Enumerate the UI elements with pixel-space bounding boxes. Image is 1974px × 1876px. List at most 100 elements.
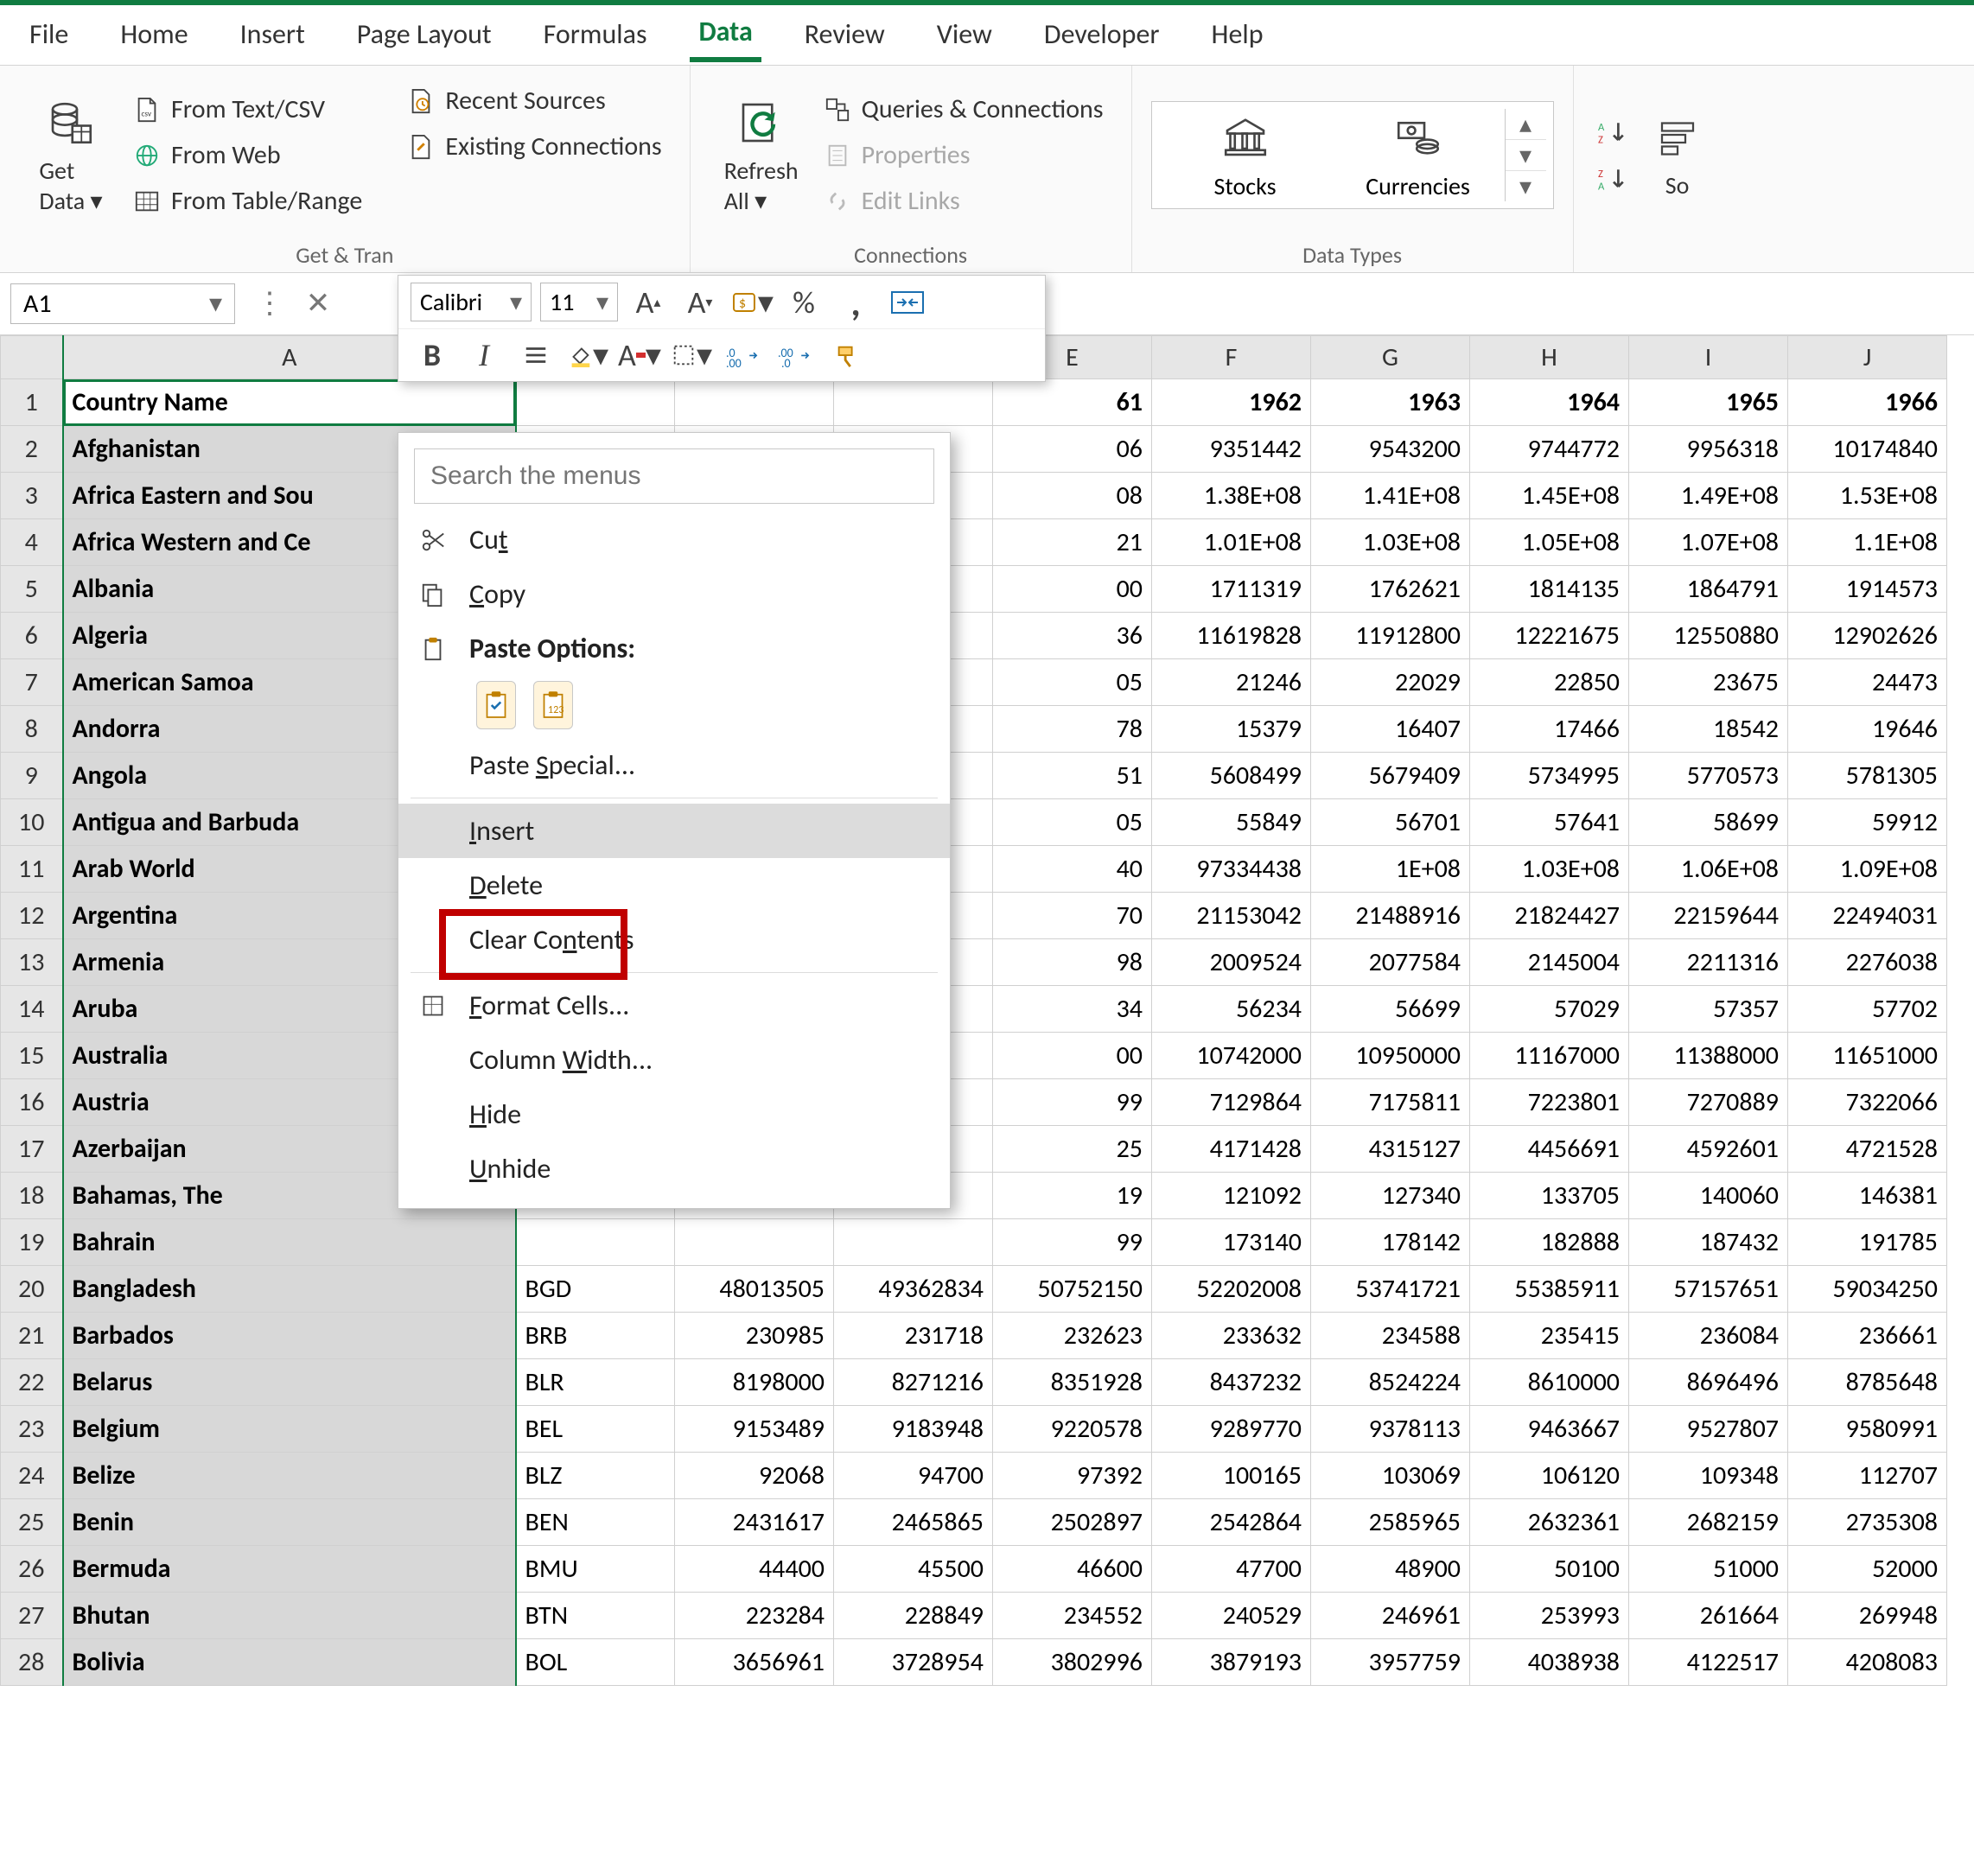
cell[interactable] xyxy=(675,379,834,426)
cell[interactable]: 70 xyxy=(993,893,1152,939)
menu-column-width[interactable]: Column Width... xyxy=(398,1033,950,1087)
cell[interactable]: 1.53E+08 xyxy=(1788,473,1947,519)
menu-search[interactable] xyxy=(414,448,934,504)
fb-history-icon[interactable]: ⋮ xyxy=(245,280,294,328)
cell[interactable]: 7175811 xyxy=(1311,1079,1470,1126)
cell[interactable]: 235415 xyxy=(1470,1313,1629,1359)
percent-icon[interactable]: % xyxy=(782,283,825,321)
cell[interactable]: 10174840 xyxy=(1788,426,1947,473)
existing-connections-button[interactable]: Existing Connections xyxy=(397,125,670,168)
select-all-corner[interactable] xyxy=(1,336,63,379)
cell[interactable]: 133705 xyxy=(1470,1173,1629,1219)
cell[interactable]: 5679409 xyxy=(1311,753,1470,799)
cell[interactable]: 1.07E+08 xyxy=(1629,519,1788,566)
cell[interactable]: 58699 xyxy=(1629,799,1788,846)
row-header[interactable]: 22 xyxy=(1,1359,63,1406)
cell[interactable]: 56701 xyxy=(1311,799,1470,846)
cell[interactable] xyxy=(516,379,675,426)
cell[interactable]: 103069 xyxy=(1311,1453,1470,1499)
cell[interactable]: Bangladesh xyxy=(63,1266,516,1313)
cell[interactable]: 21824427 xyxy=(1470,893,1629,939)
cell[interactable] xyxy=(834,1219,993,1266)
cell[interactable]: 50752150 xyxy=(993,1266,1152,1313)
cell[interactable]: 246961 xyxy=(1311,1593,1470,1639)
cell[interactable]: 3879193 xyxy=(1152,1639,1311,1686)
cell[interactable]: 1.38E+08 xyxy=(1152,473,1311,519)
cell[interactable]: 146381 xyxy=(1788,1173,1947,1219)
cell[interactable]: BOL xyxy=(516,1639,675,1686)
row-header[interactable]: 26 xyxy=(1,1546,63,1593)
cell[interactable]: 7223801 xyxy=(1470,1079,1629,1126)
cell[interactable]: 182888 xyxy=(1470,1219,1629,1266)
cell[interactable]: 4171428 xyxy=(1152,1126,1311,1173)
cell[interactable]: BEL xyxy=(516,1406,675,1453)
col-header-G[interactable]: G xyxy=(1311,336,1470,379)
cell[interactable]: 00 xyxy=(993,1033,1152,1079)
from-text-csv-button[interactable]: csv From Text/CSV xyxy=(123,88,371,130)
cell[interactable]: 4721528 xyxy=(1788,1126,1947,1173)
row-header[interactable]: 10 xyxy=(1,799,63,846)
cell[interactable]: 51 xyxy=(993,753,1152,799)
row-header[interactable]: 8 xyxy=(1,706,63,753)
cell[interactable]: 2077584 xyxy=(1311,939,1470,986)
cell[interactable]: 236084 xyxy=(1629,1313,1788,1359)
cell[interactable]: 22850 xyxy=(1470,659,1629,706)
row-header[interactable]: 19 xyxy=(1,1219,63,1266)
cell[interactable]: Bolivia xyxy=(63,1639,516,1686)
cell[interactable]: 52202008 xyxy=(1152,1266,1311,1313)
cell[interactable]: 78 xyxy=(993,706,1152,753)
spreadsheet-grid[interactable]: A B C D E F G H I J 1Country Name6119621… xyxy=(0,335,1974,1686)
cell[interactable]: 2502897 xyxy=(993,1499,1152,1546)
cell[interactable]: 240529 xyxy=(1152,1593,1311,1639)
tab-home[interactable]: Home xyxy=(111,10,196,60)
cell[interactable]: Benin xyxy=(63,1499,516,1546)
format-painter-icon[interactable] xyxy=(825,336,869,374)
cell[interactable]: 1.45E+08 xyxy=(1470,473,1629,519)
cell[interactable]: 5608499 xyxy=(1152,753,1311,799)
cell[interactable]: 8696496 xyxy=(1629,1359,1788,1406)
menu-insert[interactable]: Insert xyxy=(398,804,950,858)
cell[interactable]: 48900 xyxy=(1311,1546,1470,1593)
cell[interactable]: 1814135 xyxy=(1470,566,1629,613)
cell[interactable]: 233632 xyxy=(1152,1313,1311,1359)
cell[interactable]: 22494031 xyxy=(1788,893,1947,939)
cell[interactable]: 1.1E+08 xyxy=(1788,519,1947,566)
row-header[interactable]: 6 xyxy=(1,613,63,659)
cell[interactable]: 109348 xyxy=(1629,1453,1788,1499)
tab-insert[interactable]: Insert xyxy=(232,10,314,60)
cell[interactable]: 178142 xyxy=(1311,1219,1470,1266)
row-header[interactable]: 27 xyxy=(1,1593,63,1639)
cell[interactable]: 2632361 xyxy=(1470,1499,1629,1546)
cell[interactable]: 8610000 xyxy=(1470,1359,1629,1406)
cell[interactable]: BRB xyxy=(516,1313,675,1359)
cell[interactable]: 97334438 xyxy=(1152,846,1311,893)
cell[interactable]: 232623 xyxy=(993,1313,1152,1359)
cell[interactable]: 1.49E+08 xyxy=(1629,473,1788,519)
cell[interactable]: 57357 xyxy=(1629,986,1788,1033)
cell[interactable]: 2465865 xyxy=(834,1499,993,1546)
cell[interactable]: 10950000 xyxy=(1311,1033,1470,1079)
cell[interactable]: 1963 xyxy=(1311,379,1470,426)
row-header[interactable]: 17 xyxy=(1,1126,63,1173)
cell[interactable]: 11388000 xyxy=(1629,1033,1788,1079)
cell[interactable]: 2211316 xyxy=(1629,939,1788,986)
sort-button[interactable]: So xyxy=(1643,73,1712,238)
comma-style-icon[interactable]: , xyxy=(834,283,877,321)
font-color-icon[interactable]: A ▾ xyxy=(618,336,661,374)
cell[interactable]: 05 xyxy=(993,799,1152,846)
cell[interactable]: 1.03E+08 xyxy=(1311,519,1470,566)
menu-hide[interactable]: Hide xyxy=(398,1087,950,1141)
bold-button[interactable]: B xyxy=(411,336,454,374)
row-header[interactable]: 20 xyxy=(1,1266,63,1313)
cell[interactable]: BLR xyxy=(516,1359,675,1406)
align-icon[interactable] xyxy=(514,336,557,374)
cell[interactable]: 59912 xyxy=(1788,799,1947,846)
cell[interactable]: 1.05E+08 xyxy=(1470,519,1629,566)
cell[interactable]: 94700 xyxy=(834,1453,993,1499)
row-header[interactable]: 13 xyxy=(1,939,63,986)
cell[interactable]: 100165 xyxy=(1152,1453,1311,1499)
cell[interactable]: 9463667 xyxy=(1470,1406,1629,1453)
cell[interactable]: 2682159 xyxy=(1629,1499,1788,1546)
cell[interactable]: 46600 xyxy=(993,1546,1152,1593)
cell[interactable]: 5781305 xyxy=(1788,753,1947,799)
